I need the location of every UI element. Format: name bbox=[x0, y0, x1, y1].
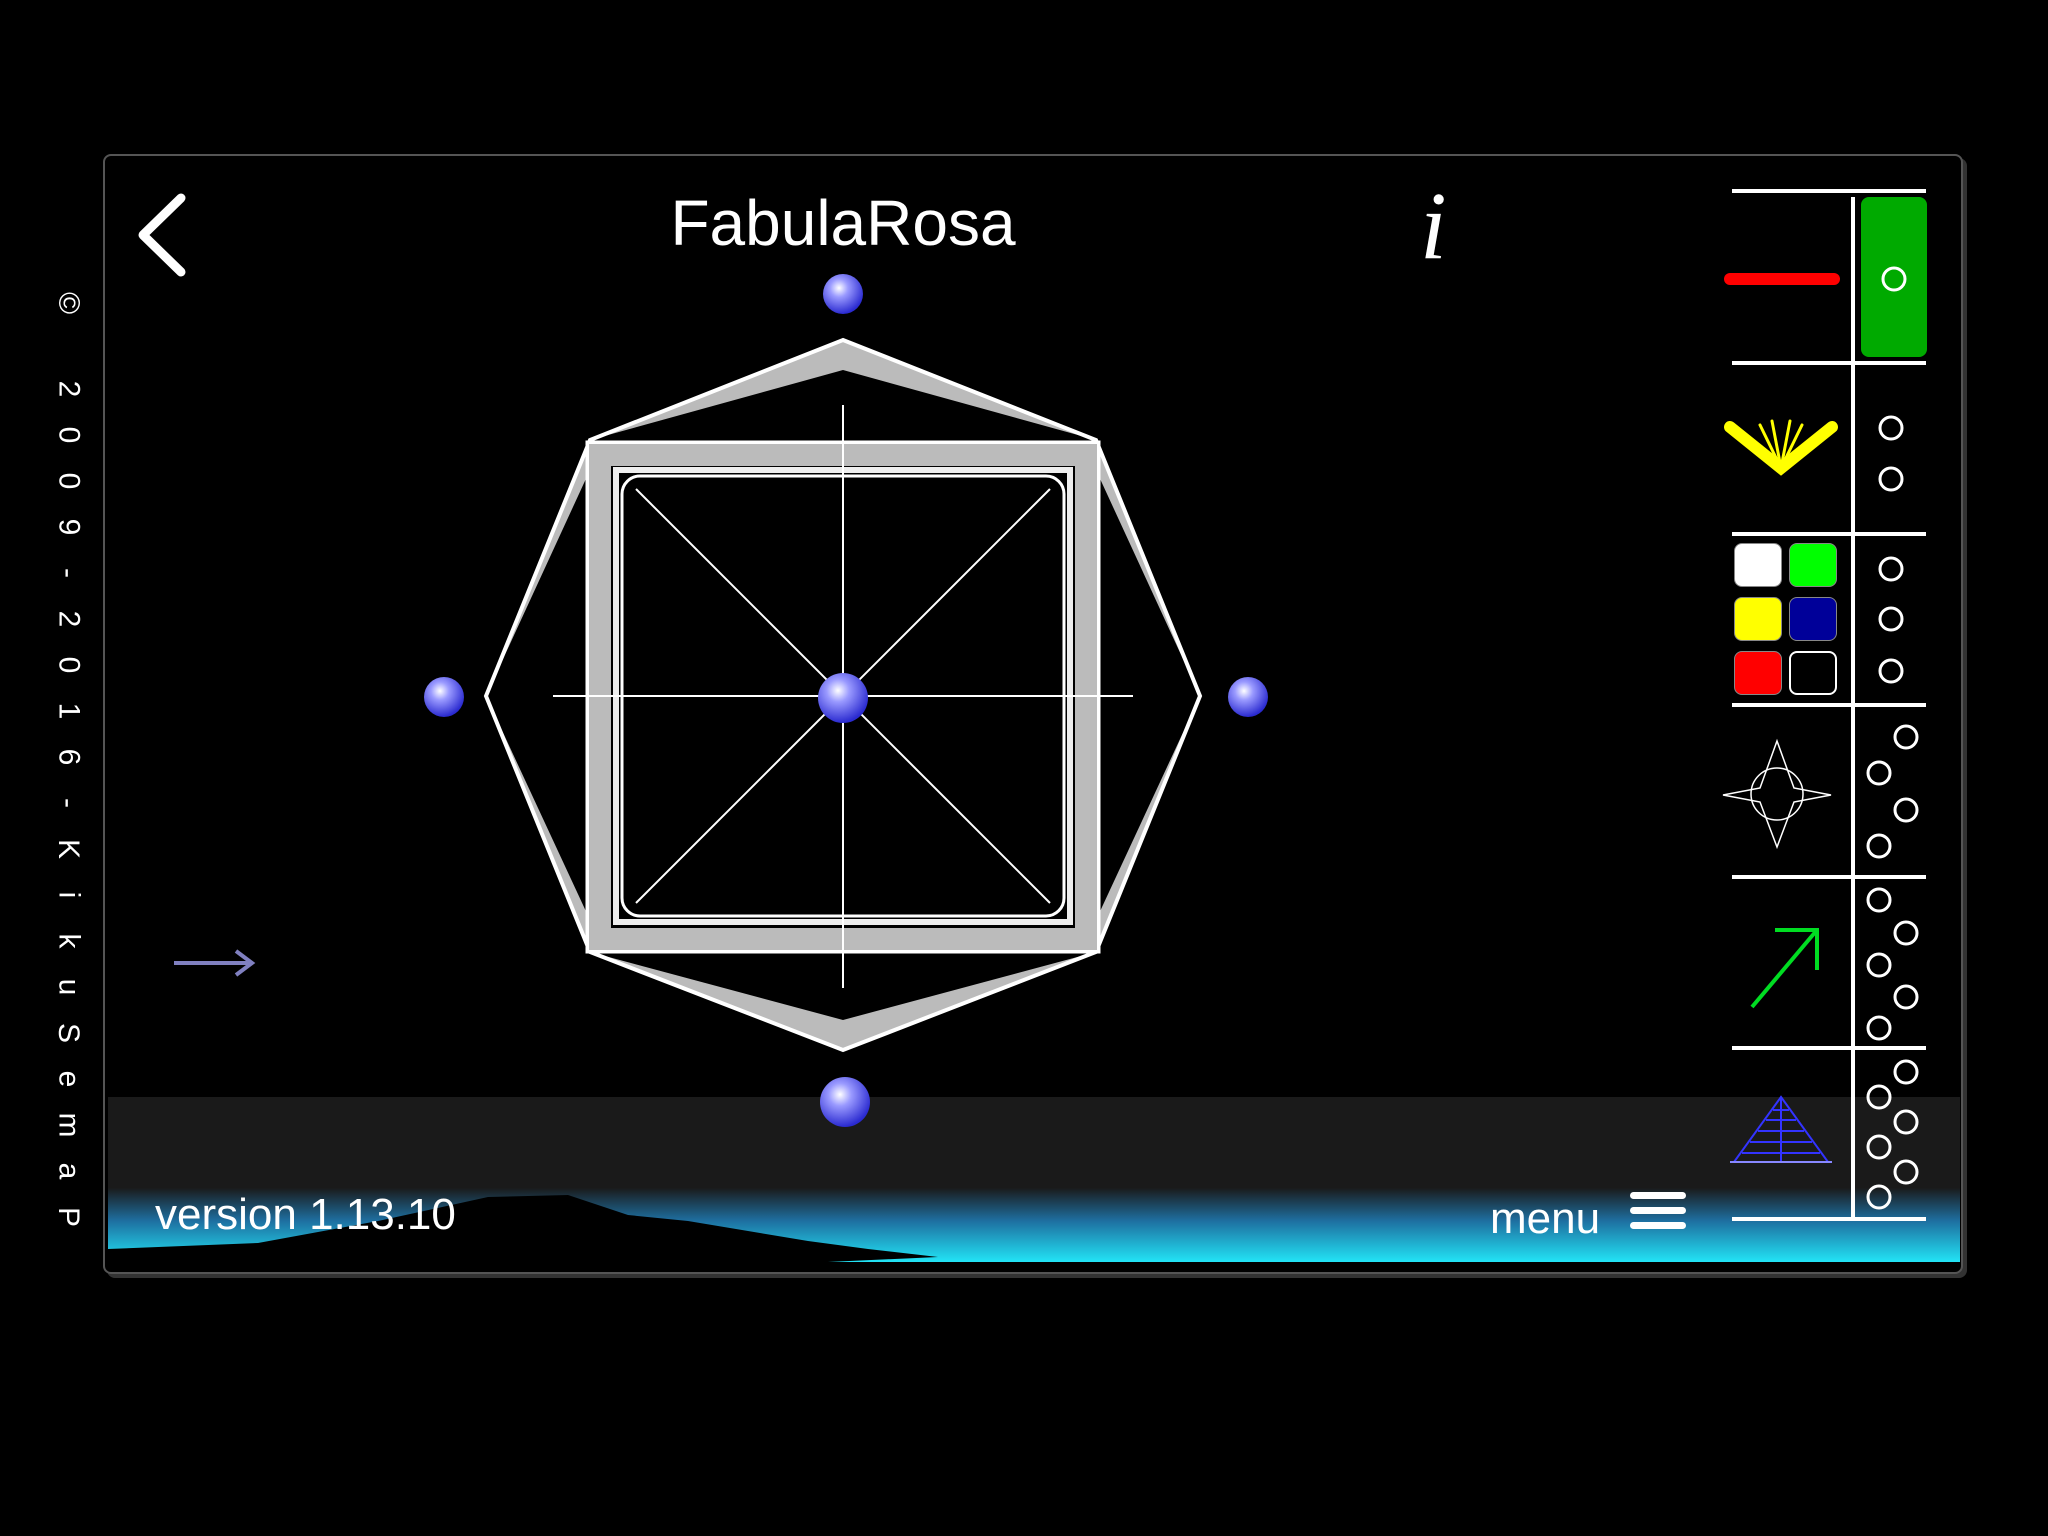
fan-tool[interactable] bbox=[1724, 419, 1838, 476]
tool-panel bbox=[1722, 189, 1927, 1221]
color-swatch[interactable] bbox=[1734, 543, 1782, 587]
toggle-line-active[interactable] bbox=[1861, 197, 1927, 357]
page-title: FabulaRosa bbox=[670, 187, 1016, 259]
handle-right[interactable] bbox=[1228, 677, 1268, 717]
handle-center[interactable] bbox=[818, 673, 868, 723]
chevron-left-icon bbox=[138, 193, 186, 277]
color-swatch[interactable] bbox=[1789, 651, 1837, 695]
star-polygon-tool[interactable] bbox=[1722, 738, 1832, 850]
color-swatch[interactable] bbox=[1734, 597, 1782, 641]
info-button[interactable]: i bbox=[1420, 178, 1447, 274]
pyramid-tool[interactable] bbox=[1730, 1095, 1832, 1163]
color-swatch[interactable] bbox=[1734, 651, 1782, 695]
handle-top[interactable] bbox=[823, 274, 863, 314]
arrow-tool[interactable] bbox=[1750, 928, 1819, 1009]
handle-bottom[interactable] bbox=[820, 1077, 870, 1127]
fan-options[interactable] bbox=[1878, 415, 1904, 492]
hamburger-icon[interactable] bbox=[1630, 1192, 1686, 1232]
color-options[interactable] bbox=[1878, 556, 1904, 684]
version-label: version 1.13.10 bbox=[155, 1190, 456, 1239]
arrow-options[interactable] bbox=[1866, 887, 1919, 1041]
color-swatch[interactable] bbox=[1789, 543, 1837, 587]
menu-button-label[interactable]: menu bbox=[1490, 1194, 1600, 1244]
back-button[interactable] bbox=[135, 190, 195, 280]
color-swatch[interactable] bbox=[1789, 597, 1837, 641]
line-tool[interactable] bbox=[1724, 273, 1840, 285]
arrow-right-icon[interactable] bbox=[170, 945, 260, 981]
pyramid-options[interactable] bbox=[1866, 1059, 1919, 1210]
info-icon: i bbox=[1420, 172, 1447, 279]
star-options[interactable] bbox=[1866, 724, 1919, 859]
handle-left[interactable] bbox=[424, 677, 464, 717]
